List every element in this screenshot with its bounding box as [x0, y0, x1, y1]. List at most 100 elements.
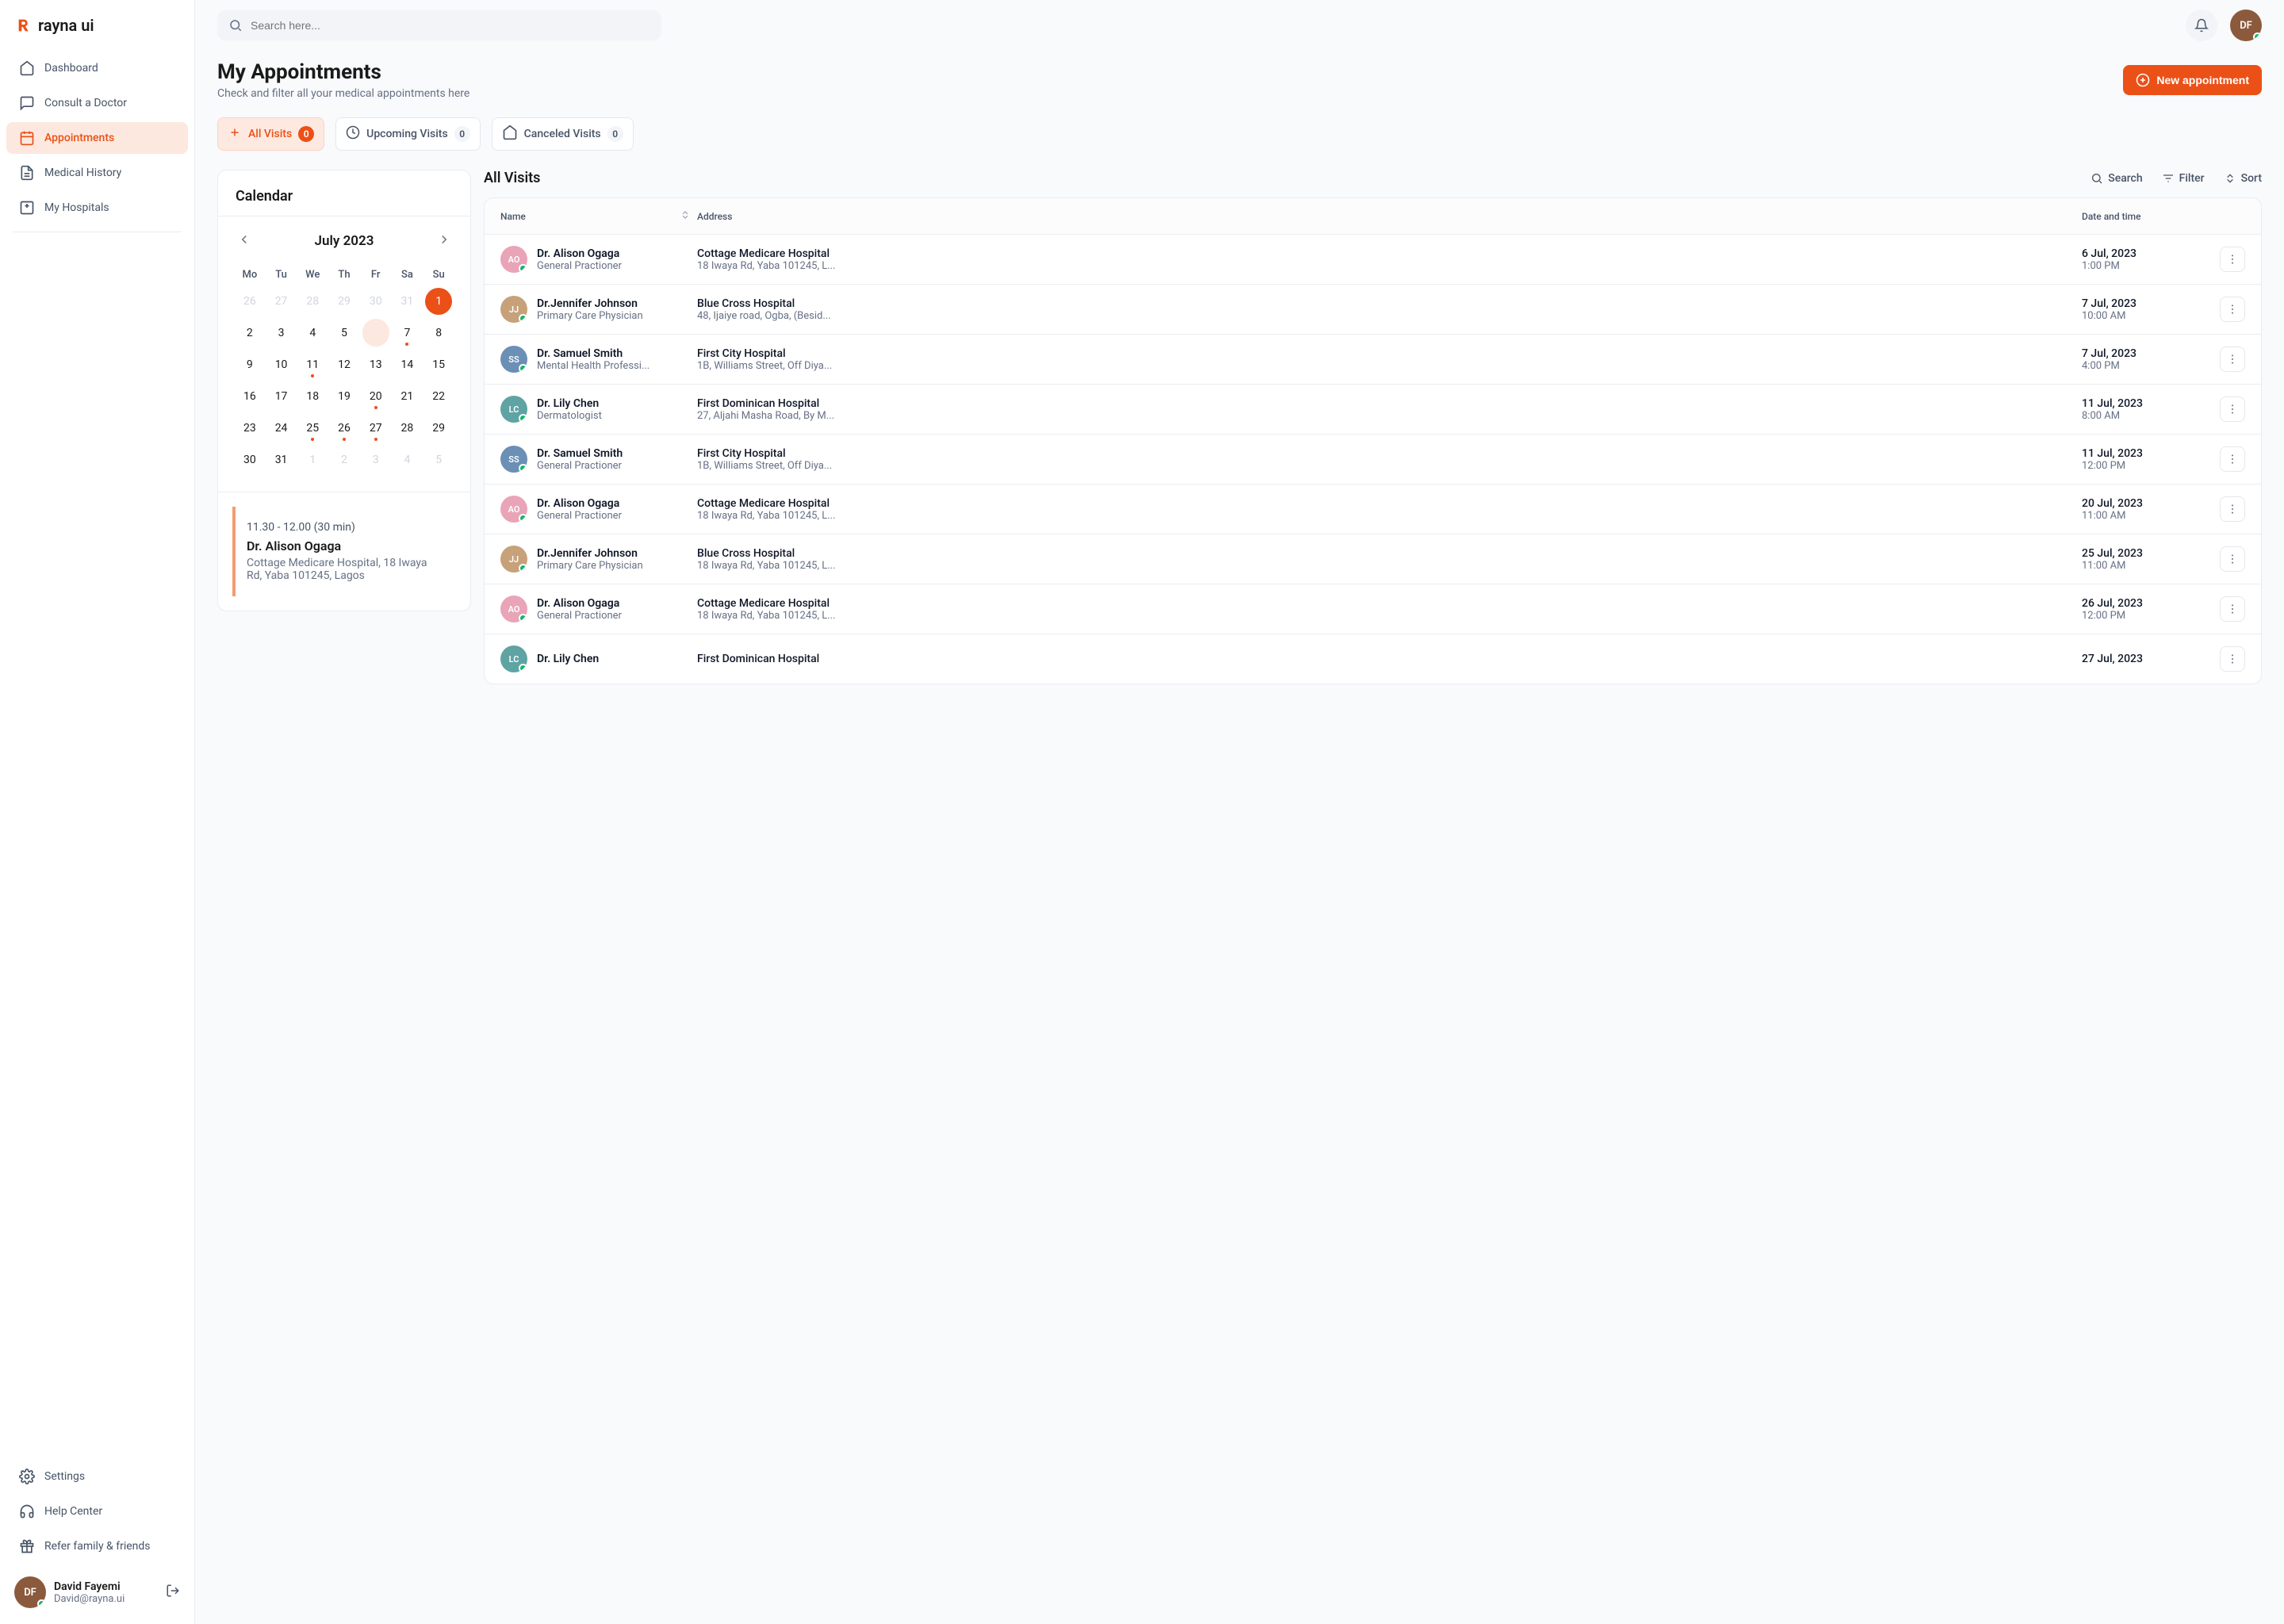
- doctor-role: Dermatologist: [537, 410, 602, 422]
- calendar-day[interactable]: 22: [423, 381, 454, 412]
- sidebar-item-settings[interactable]: Settings: [6, 1461, 188, 1492]
- calendar-day[interactable]: 26: [234, 285, 266, 317]
- online-dot: [519, 364, 527, 373]
- calendar-day[interactable]: 27: [360, 412, 392, 444]
- tab-canceled-visits[interactable]: Canceled Visits0: [492, 117, 634, 151]
- visit-time: 4:00 PM: [2082, 360, 2201, 372]
- doctor-avatar: SS: [500, 446, 527, 473]
- calendar-day[interactable]: 10: [266, 349, 297, 381]
- calendar-day[interactable]: 4: [392, 444, 423, 476]
- calendar-day[interactable]: 8: [423, 317, 454, 349]
- gear-icon: [19, 1469, 35, 1484]
- calendar-day[interactable]: 2: [328, 444, 360, 476]
- calendar-day[interactable]: 1: [297, 444, 328, 476]
- sidebar-item-help-center[interactable]: Help Center: [6, 1496, 188, 1527]
- calendar-day[interactable]: 18: [297, 381, 328, 412]
- tab-upcoming-visits[interactable]: Upcoming Visits0: [335, 117, 481, 151]
- hospital-name: First City Hospital: [697, 347, 2075, 360]
- calendar-day[interactable]: 5: [328, 317, 360, 349]
- table-row[interactable]: SSDr. Samuel SmithMental Health Professi…: [485, 334, 2261, 384]
- calendar-next[interactable]: [434, 229, 454, 253]
- calendar-day[interactable]: 1: [423, 285, 454, 317]
- calendar-day[interactable]: 29: [328, 285, 360, 317]
- top-avatar[interactable]: DF: [2230, 10, 2262, 41]
- table-row[interactable]: JJDr.Jennifer JohnsonPrimary Care Physic…: [485, 284, 2261, 334]
- calendar-day[interactable]: 14: [392, 349, 423, 381]
- new-appointment-button[interactable]: New appointment: [2123, 65, 2262, 95]
- calendar-day[interactable]: 31: [266, 444, 297, 476]
- search-input-wrapper[interactable]: [217, 10, 661, 40]
- calendar-day[interactable]: 2: [234, 317, 266, 349]
- table-row[interactable]: AODr. Alison OgagaGeneral PractionerCott…: [485, 484, 2261, 534]
- notifications-button[interactable]: [2186, 10, 2217, 41]
- row-actions-button[interactable]: [2220, 596, 2245, 622]
- calendar-day[interactable]: 29: [423, 412, 454, 444]
- row-actions-button[interactable]: [2220, 247, 2245, 272]
- table-row[interactable]: LCDr. Lily ChenDermatologistFirst Domini…: [485, 384, 2261, 434]
- sidebar-item-appointments[interactable]: Appointments: [6, 122, 188, 154]
- calendar-day[interactable]: 13: [360, 349, 392, 381]
- calendar-day[interactable]: 17: [266, 381, 297, 412]
- visits-search-button[interactable]: Search: [2090, 172, 2142, 185]
- row-actions-button[interactable]: [2220, 297, 2245, 322]
- calendar-day[interactable]: 11: [297, 349, 328, 381]
- calendar-day[interactable]: 3: [266, 317, 297, 349]
- doctor-name: Dr. Samuel Smith: [537, 447, 623, 460]
- visits-sort-button[interactable]: Sort: [2224, 172, 2262, 185]
- table-row[interactable]: AODr. Alison OgagaGeneral PractionerCott…: [485, 584, 2261, 634]
- logout-icon[interactable]: [166, 1584, 180, 1601]
- row-actions-button[interactable]: [2220, 496, 2245, 522]
- main-content: DF My Appointments Check and filter all …: [195, 0, 2284, 1624]
- visits-filter-button[interactable]: Filter: [2162, 172, 2205, 185]
- tab-all-visits[interactable]: All Visits0: [217, 117, 324, 151]
- calendar-day[interactable]: 26: [328, 412, 360, 444]
- row-actions-button[interactable]: [2220, 347, 2245, 372]
- visit-date: 7 Jul, 2023: [2082, 297, 2201, 310]
- calendar-day[interactable]: 3: [360, 444, 392, 476]
- appointment-preview: 11.30 - 12.00 (30 min) Dr. Alison Ogaga …: [232, 507, 456, 596]
- table-row[interactable]: JJDr.Jennifer JohnsonPrimary Care Physic…: [485, 534, 2261, 584]
- calendar-day[interactable]: 16: [234, 381, 266, 412]
- calendar-day[interactable]: 27: [266, 285, 297, 317]
- table-row[interactable]: AODr. Alison OgagaGeneral PractionerCott…: [485, 234, 2261, 284]
- online-dot: [519, 614, 527, 622]
- brand-name: rayna ui: [38, 16, 94, 35]
- row-actions-button[interactable]: [2220, 446, 2245, 472]
- calendar-day[interactable]: 31: [392, 285, 423, 317]
- user-avatar[interactable]: DF: [14, 1576, 46, 1608]
- calendar-day[interactable]: 28: [297, 285, 328, 317]
- calendar-prev[interactable]: [234, 229, 255, 253]
- calendar-day[interactable]: 12: [328, 349, 360, 381]
- sidebar-item-my-hospitals[interactable]: My Hospitals: [6, 192, 188, 224]
- hospital-address: 18 Iwaya Rd, Yaba 101245, L...: [697, 260, 856, 272]
- calendar-day[interactable]: 6: [360, 317, 392, 349]
- sidebar-item-medical-history[interactable]: Medical History: [6, 157, 188, 189]
- row-actions-button[interactable]: [2220, 646, 2245, 672]
- doctor-name: Dr. Alison Ogaga: [537, 247, 622, 260]
- search-input[interactable]: [251, 19, 650, 32]
- table-row[interactable]: LCDr. Lily ChenFirst Dominican Hospital2…: [485, 634, 2261, 684]
- row-actions-button[interactable]: [2220, 546, 2245, 572]
- calendar-day[interactable]: 20: [360, 381, 392, 412]
- row-actions-button[interactable]: [2220, 396, 2245, 422]
- calendar-day[interactable]: 5: [423, 444, 454, 476]
- calendar-day[interactable]: 7: [392, 317, 423, 349]
- calendar-day[interactable]: 15: [423, 349, 454, 381]
- calendar-day[interactable]: 25: [297, 412, 328, 444]
- calendar-day[interactable]: 24: [266, 412, 297, 444]
- calendar-day[interactable]: 4: [297, 317, 328, 349]
- sidebar-item-refer-family-friends[interactable]: Refer family & friends: [6, 1530, 188, 1562]
- calendar-day[interactable]: 23: [234, 412, 266, 444]
- calendar-day[interactable]: 30: [234, 444, 266, 476]
- calendar-day[interactable]: 9: [234, 349, 266, 381]
- user-email: David@rayna.ui: [54, 1593, 125, 1605]
- calendar-day[interactable]: 30: [360, 285, 392, 317]
- table-row[interactable]: SSDr. Samuel SmithGeneral PractionerFirs…: [485, 434, 2261, 484]
- calendar-day[interactable]: 28: [392, 412, 423, 444]
- sidebar-item-dashboard[interactable]: Dashboard: [6, 52, 188, 84]
- calendar-day[interactable]: 19: [328, 381, 360, 412]
- sort-column-icon[interactable]: [680, 209, 691, 223]
- hospital-icon: [19, 200, 35, 216]
- sidebar-item-consult-a-doctor[interactable]: Consult a Doctor: [6, 87, 188, 119]
- calendar-day[interactable]: 21: [392, 381, 423, 412]
